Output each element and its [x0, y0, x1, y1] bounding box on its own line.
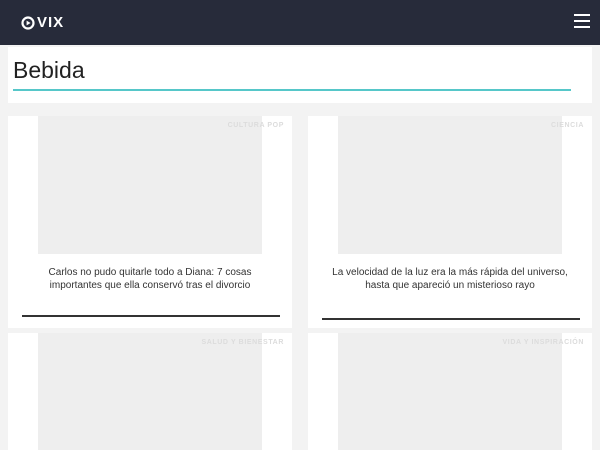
article-card[interactable]: SALUD Y BIENESTAR	[8, 333, 292, 450]
article-headline[interactable]: La velocidad de la luz era la más rápida…	[324, 254, 576, 292]
article-card[interactable]: VIDA Y INSPIRACIÓN	[308, 333, 592, 450]
article-category[interactable]: CIENCIA	[551, 122, 584, 129]
logo-text: VIX	[37, 14, 65, 31]
article-caption-box: Carlos no pudo quitarle todo a Diana: 7 …	[22, 254, 280, 317]
article-divider	[322, 318, 580, 320]
article-category[interactable]: VIDA Y INSPIRACIÓN	[503, 339, 584, 346]
vix-logo-icon	[21, 16, 35, 30]
title-underline	[13, 89, 571, 91]
top-navigation-bar: VIX	[0, 0, 600, 45]
hamburger-menu-icon[interactable]	[574, 14, 590, 28]
page-header: Bebida	[8, 47, 592, 103]
article-caption-box: La velocidad de la luz era la más rápida…	[322, 254, 580, 320]
article-thumbnail[interactable]	[338, 116, 562, 254]
article-category[interactable]: SALUD Y BIENESTAR	[201, 339, 284, 346]
article-card[interactable]: CULTURA POP Carlos no pudo quitarle todo…	[8, 116, 292, 328]
page-title: Bebida	[13, 57, 85, 83]
article-thumbnail[interactable]	[38, 333, 262, 450]
article-thumbnail[interactable]	[338, 333, 562, 450]
article-category[interactable]: CULTURA POP	[228, 122, 284, 129]
article-headline[interactable]: Carlos no pudo quitarle todo a Diana: 7 …	[24, 254, 276, 292]
article-divider	[22, 315, 280, 317]
article-card[interactable]: CIENCIA La velocidad de la luz era la má…	[308, 116, 592, 328]
vix-logo[interactable]: VIX	[21, 13, 64, 33]
article-thumbnail[interactable]	[38, 116, 262, 254]
